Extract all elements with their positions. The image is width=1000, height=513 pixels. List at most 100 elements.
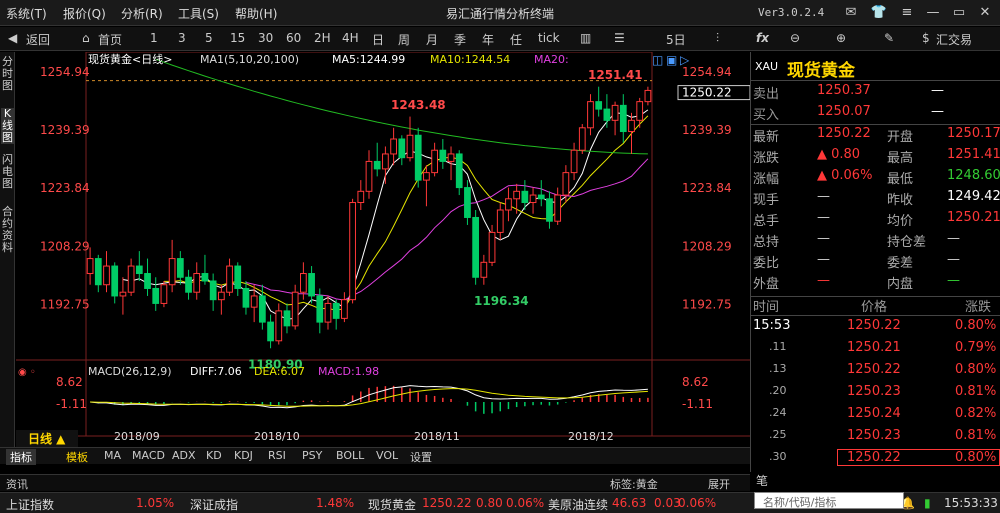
chart-canvas[interactable]: 1254.94 1254.94 1239.39 1239.39 1223.84 1223.… [16,52,750,462]
tab-settings[interactable]: 设置 [410,449,432,465]
tab-macd[interactable]: MACD [132,449,165,462]
expand-button[interactable]: 展开 [708,476,730,492]
menu-bar: 系统(T) 报价(Q) 分析(R) 工具(S) 帮助(H) 易汇通行情分析终端 … [0,0,1000,26]
ticker-sh-change: 1.05% [136,496,175,510]
period-custom[interactable]: 任 [510,31,522,48]
tab-flash[interactable]: 闪电图 [1,154,14,190]
sliders-icon[interactable]: ⫶ [716,31,719,46]
tick-price: 1250.24 [847,406,901,421]
indicator-tabs: 指标 模板 MA MACD ADX KD KDJ RSI PSY BOLL VO… [0,447,750,465]
close-icon[interactable]: ✕ [976,4,994,22]
tab-boll[interactable]: BOLL [336,449,364,462]
period-3[interactable]: 3 [178,31,186,45]
tab-contract-info[interactable]: 合约资料 [1,206,14,254]
tick-row[interactable]: 15:53 1250.22 0.80% [751,318,1000,338]
period-tick[interactable]: tick [538,31,560,45]
menu-system[interactable]: 系统(T) [6,5,47,22]
news-label[interactable]: 资讯 [6,476,28,492]
tick-time: .11 [769,340,787,353]
tick-row[interactable]: .13 1250.22 0.80% [751,362,1000,382]
tab-indicator[interactable]: 指标 [6,449,36,465]
tick-row[interactable]: .20 1250.23 0.81% [751,384,1000,404]
ticker-sh-name[interactable]: 上证指数 [6,496,54,513]
tick-time: .20 [769,384,787,397]
ticker-gold-name[interactable]: 现货黄金 [368,496,416,513]
candle-body [250,295,258,308]
menu-lines-icon[interactable]: ≡ [898,4,916,22]
home-button[interactable]: 首页 [98,31,122,48]
candle-body [217,291,225,301]
mail-icon[interactable]: ✉ [842,4,860,22]
tab-vol[interactable]: VOL [376,449,398,462]
candle-body [316,295,324,323]
tick-highlight [837,449,1000,466]
bar-chart-icon[interactable]: ▥ [580,31,591,45]
period-15[interactable]: 15 [230,31,245,45]
back-button[interactable]: 返回 [26,31,50,48]
period-5day[interactable]: 5日 [666,31,686,48]
trade-button[interactable]: 汇交易 [936,31,972,48]
tab-adx[interactable]: ADX [172,449,196,462]
macd-tick-right: -1.11 [682,397,713,411]
candle-body [242,287,250,308]
quote-value-right: 1250.21 [947,210,1000,225]
ma20-label: MA20: [534,53,569,66]
zoom-in-icon[interactable]: ⊕ [836,31,846,45]
candle-body [119,291,127,297]
kline-chart[interactable]: 1254.94 1254.94 1239.39 1239.39 1223.84 1223.… [16,52,750,462]
tab-rsi[interactable]: RSI [268,449,286,462]
ticker-oil-change: 0.03 [654,496,681,510]
back-arrow-icon[interactable]: ◀ [8,31,17,45]
period-quarter[interactable]: 季 [454,31,466,48]
tick-row[interactable]: .30 1250.22 0.80% [751,449,1000,470]
period-4h[interactable]: 4H [342,31,359,45]
quote-value-right: — [947,273,960,288]
tick-row[interactable]: .25 1250.23 0.81% [751,428,1000,448]
draw-pen-icon[interactable]: ✎ [884,31,894,45]
tick-row[interactable]: .24 1250.24 0.82% [751,406,1000,426]
period-30[interactable]: 30 [258,31,273,45]
wallet-icon[interactable]: $ [922,31,930,45]
period-year[interactable]: 年 [482,31,494,48]
home-icon[interactable]: ⌂ [82,31,90,45]
menu-quote[interactable]: 报价(Q) [63,5,106,22]
news-tag[interactable]: 标签:黄金 [610,476,658,492]
menu-tools[interactable]: 工具(S) [178,5,219,22]
maximize-icon[interactable]: ▭ [950,4,968,22]
period-month[interactable]: 月 [426,31,438,48]
menu-analysis[interactable]: 分析(R) [121,5,163,22]
ticker-sz-name[interactable]: 深证成指 [190,496,238,513]
tab-kdj[interactable]: KDJ [234,449,253,462]
candle-body [357,190,365,204]
minimize-icon[interactable]: — [924,4,942,22]
tab-ma[interactable]: MA [104,449,121,462]
tab-kd[interactable]: KD [206,449,222,462]
candle-body [373,160,381,170]
period-1[interactable]: 1 [150,31,158,45]
tab-timeshare[interactable]: 分时图 [1,56,14,92]
period-5[interactable]: 5 [205,31,213,45]
period-week[interactable]: 周 [398,31,410,48]
menu-help[interactable]: 帮助(H) [235,5,277,22]
tab-template[interactable]: 模板 [66,449,88,465]
formula-icon[interactable]: fx [756,31,769,45]
candle-body [283,310,291,327]
chart-toolbar: ◀ 返回 ⌂ 首页 1 3 5 15 30 60 2H 4H 日 周 月 季 年… [0,27,750,51]
zoom-out-icon[interactable]: ⊖ [790,31,800,45]
buy-price[interactable]: 1250.07 [817,104,871,119]
ticker-oil-name[interactable]: 美原油连续 [548,496,608,513]
list-icon[interactable]: ☰ [614,31,625,45]
candle-body [529,194,537,204]
period-2h[interactable]: 2H [314,31,331,45]
tab-kline[interactable]: K线图 [1,108,14,144]
quote-label-right: 持仓差 [887,235,927,250]
tick-row[interactable]: .11 1250.21 0.79% [751,340,1000,360]
buy-volume: — [931,104,944,119]
sell-price[interactable]: 1250.37 [817,83,871,98]
period-60[interactable]: 60 [286,31,301,45]
tab-psy[interactable]: PSY [302,449,322,462]
version-label: Ver3.0.2.4 [758,6,825,19]
symbol-search-input[interactable]: 名称/代码/指标 [754,492,904,509]
skin-icon[interactable]: 👕 [870,4,888,22]
period-day[interactable]: 日 [372,31,384,48]
